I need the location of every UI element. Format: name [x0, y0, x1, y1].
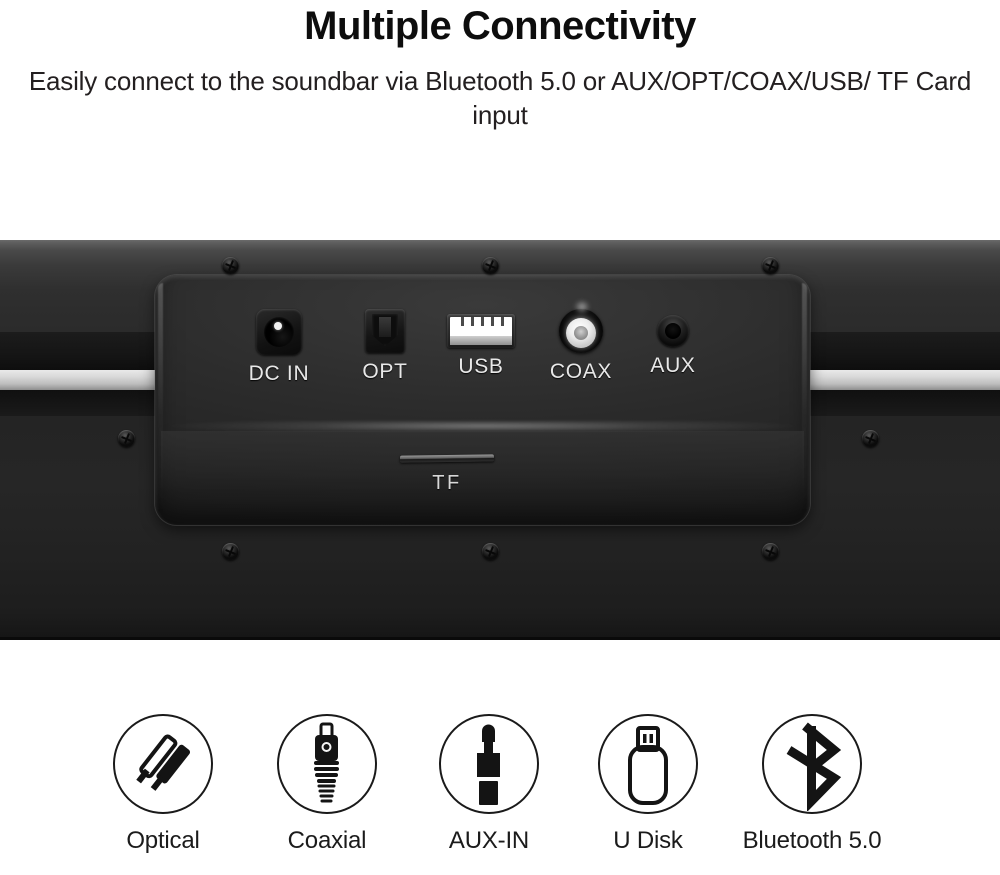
icon-label-coaxial: Coaxial [287, 827, 367, 854]
port-dc-in[interactable]: DC IN [221, 309, 337, 386]
port-label-aux: AUX [650, 354, 696, 377]
connectivity-item-aux-in[interactable]: AUX-IN [399, 700, 579, 855]
screw [862, 430, 879, 447]
soundbar-device-image: DC IN OPT USB COAX AUX TF [0, 240, 1000, 640]
screw [482, 257, 499, 274]
page-subtitle: Easily connect to the soundbar via Bluet… [28, 66, 972, 130]
toslink-shutter [372, 314, 398, 346]
optical-toslink-port-icon[interactable] [365, 309, 405, 353]
bluetooth-icon [762, 714, 862, 814]
usb-type-a-port-icon[interactable] [447, 314, 515, 348]
port-aux[interactable]: AUX [615, 309, 731, 378]
header-block: Multiple Connectivity Easily connect to … [0, 0, 1000, 160]
screw [762, 543, 779, 560]
screw [482, 543, 499, 560]
screw [222, 543, 239, 560]
page-title: Multiple Connectivity [304, 4, 696, 48]
connector-panel: DC IN OPT USB COAX AUX TF [155, 275, 810, 525]
screw [762, 257, 779, 274]
panel-highlight-sweep [165, 421, 800, 431]
icon-label-aux-in: AUX-IN [448, 827, 530, 854]
connectivity-item-coaxial[interactable]: Coaxial [237, 700, 417, 855]
connectivity-item-u-disk[interactable]: U Disk [558, 700, 738, 855]
aux-plug-icon [439, 714, 539, 814]
screw [118, 430, 135, 447]
tf-card-slot-icon[interactable] [399, 454, 495, 463]
port-label-usb: USB [458, 355, 504, 378]
aux-3-5mm-jack-icon[interactable] [657, 315, 689, 347]
icon-label-bluetooth: Bluetooth 5.0 [742, 827, 882, 854]
rca-insulator-ring [566, 318, 596, 348]
port-usb[interactable]: USB [423, 309, 539, 379]
dc-power-jack-icon[interactable] [256, 309, 302, 355]
icon-label-optical: Optical [126, 827, 200, 854]
rca-coaxial-jack-icon[interactable] [559, 297, 603, 353]
icon-label-u-disk: U Disk [613, 827, 683, 854]
port-label-dc-in: DC IN [248, 362, 310, 385]
coaxial-plug-icon [277, 714, 377, 814]
connectivity-item-bluetooth[interactable]: Bluetooth 5.0 [722, 700, 902, 855]
port-label-tf: TF [432, 472, 462, 494]
tf-card-slot[interactable]: TF [387, 454, 507, 494]
connectivity-icon-row: Optical Coaxial AUX-IN U Disk Bluetooth … [0, 700, 1000, 875]
specular-glint [571, 297, 593, 317]
usb-port-insert [450, 317, 512, 345]
screw [222, 257, 239, 274]
usb-flash-drive-icon [598, 714, 698, 814]
connectivity-item-optical[interactable]: Optical [73, 700, 253, 855]
optical-cable-icon [113, 714, 213, 814]
